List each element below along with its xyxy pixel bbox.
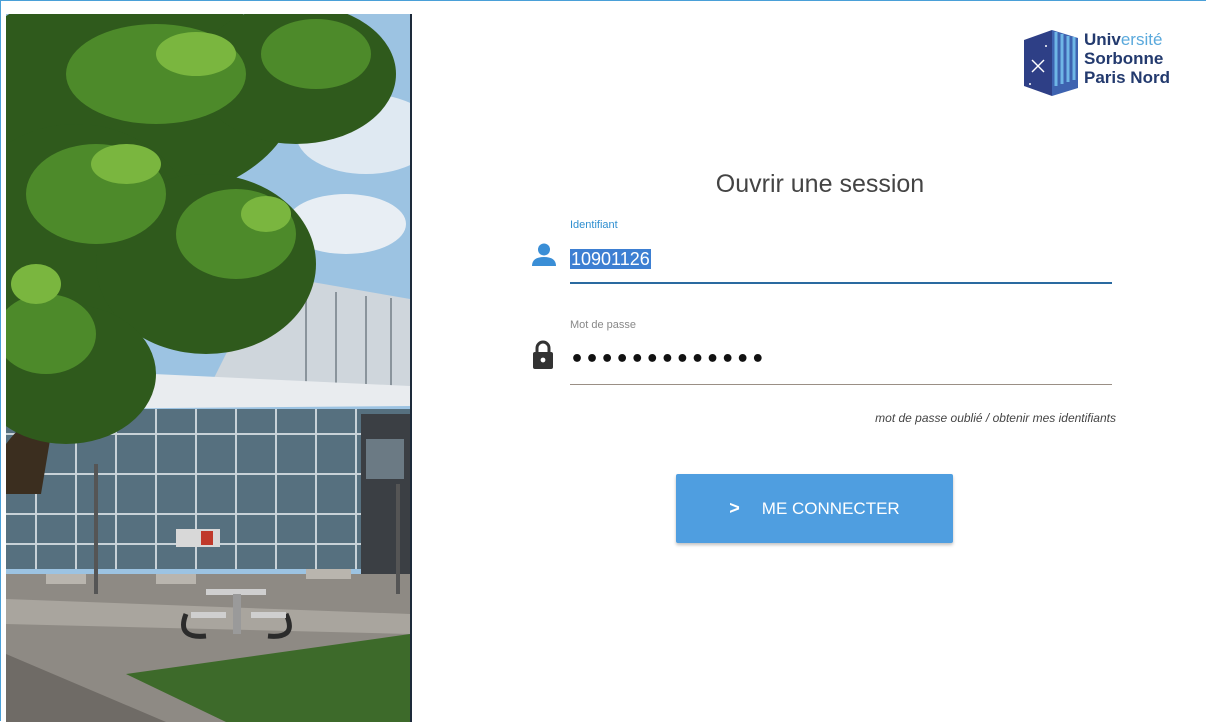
lock-icon [531,340,555,375]
user-icon [531,243,557,272]
campus-photo [6,14,410,722]
university-logo-mark [1024,30,1078,96]
forgot-password-link[interactable]: mot de passe oublié [875,411,982,425]
logo-line2: Sorbonne [1084,49,1164,68]
login-button-label: ME CONNECTER [761,498,900,518]
logo-line1-b: ersité [1120,30,1163,49]
photo-divider [410,14,412,722]
logo-line1-a: Univ [1084,30,1121,49]
university-logo: Université Sorbonne Paris Nord [1022,26,1192,102]
password-underline [570,384,1112,385]
username-label: Identifiant [570,219,618,231]
logo-line3: Paris Nord [1084,68,1170,87]
username-input[interactable]: 10901126 [570,244,1112,274]
username-underline [570,282,1112,284]
account-help-links: mot de passe oublié / obtenir mes identi… [700,411,1116,425]
login-button[interactable]: > ME CONNECTER [676,474,953,543]
chevron-right-icon: > [729,498,740,518]
password-input[interactable]: ••••••••••••• [570,345,1112,375]
links-separator: / [985,411,990,425]
get-credentials-link[interactable]: obtenir mes identifiants [993,411,1116,425]
username-value: 10901126 [570,249,651,269]
password-label: Mot de passe [570,319,637,331]
university-logo-text: Université Sorbonne Paris Nord [1084,30,1170,87]
page-title: Ouvrir une session [715,170,925,198]
